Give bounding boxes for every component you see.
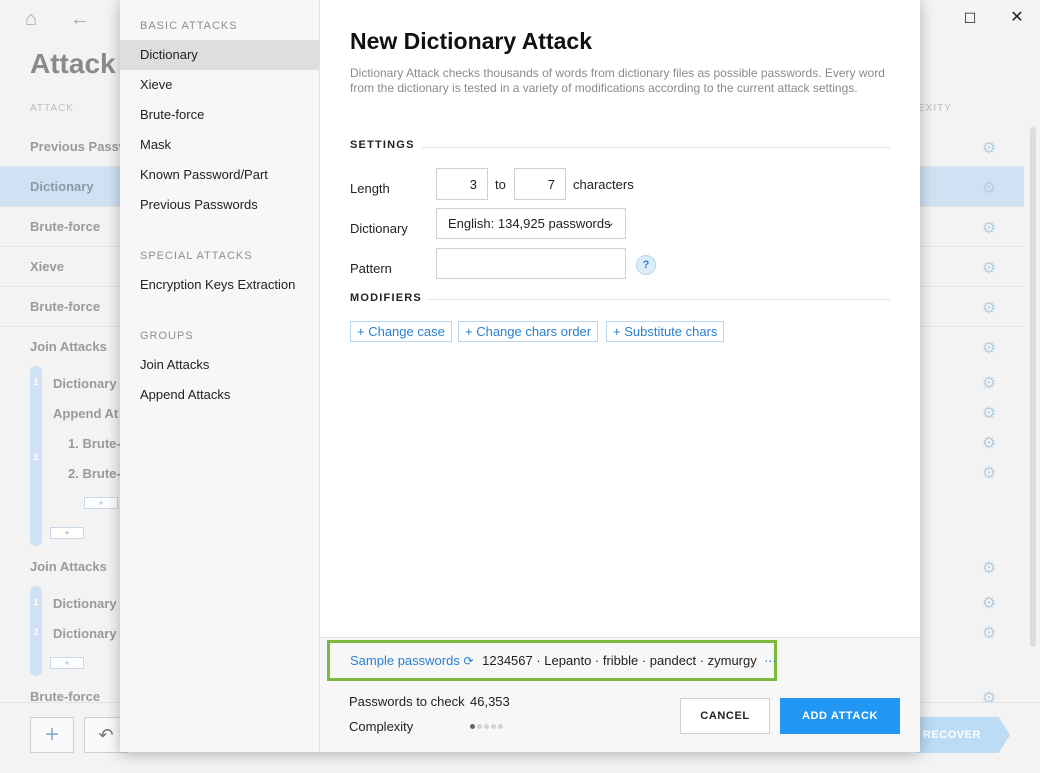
column-header-attack: ATTACK [30,103,74,114]
dialog-description: Dictionary Attack checks thousands of wo… [350,66,885,95]
gear-icon[interactable]: ⚙ [980,625,998,643]
cancel-button[interactable]: CANCEL [680,698,770,734]
help-icon[interactable]: ? [636,255,656,275]
gear-icon[interactable]: ⚙ [980,595,998,613]
scrollbar[interactable] [1030,127,1036,647]
passwords-to-check-value: 46,353 [470,694,510,709]
gear-icon[interactable]: ⚙ [980,560,998,578]
length-label: Length [350,181,390,196]
add-attack-button[interactable]: ADD ATTACK [780,698,900,734]
sidebar-item-join-attacks[interactable]: Join Attacks [120,350,319,380]
sidebar-item-encryption-keys[interactable]: Encryption Keys Extraction [120,270,319,300]
group-number: 1 [33,597,39,607]
dialog-footer: Sample passwords ⟳ 1234567 · Lepanto · f… [320,637,920,752]
basic-attacks-header: BASIC ATTACKS [140,20,238,32]
passwords-to-check-label: Passwords to check [349,694,465,709]
add-sub-button[interactable]: + [50,657,84,669]
length-from-input[interactable] [436,168,488,200]
close-icon[interactable]: ✕ [1003,6,1031,30]
complexity-label: Complexity [349,719,414,734]
column-header-complexity: EXITY [918,103,952,114]
gear-icon[interactable]: ⚙ [980,180,998,198]
complexity-dot [491,724,496,729]
group-sub-item[interactable]: 2. Brute- [68,457,122,497]
page-title: Attack [30,48,116,79]
complexity-dot [484,724,489,729]
sidebar-item-known-password[interactable]: Known Password/Part [120,160,319,190]
complexity-dot [498,724,503,729]
maximize-icon[interactable]: ☐ [956,6,984,30]
pattern-input[interactable] [436,248,626,279]
gear-icon[interactable]: ⚙ [980,405,998,423]
dictionary-select[interactable]: English: 134,925 passwords ⌄ [436,208,626,239]
sidebar-item-append-attacks[interactable]: Append Attacks [120,380,319,410]
divider [422,147,890,148]
modifiers-header: MODIFIERS [350,292,422,304]
complexity-indicator [470,724,505,729]
characters-text: characters [573,177,634,192]
groups-header: GROUPS [140,330,194,342]
gear-icon[interactable]: ⚙ [980,375,998,393]
complexity-dot [477,724,482,729]
change-chars-order-button[interactable]: + Change chars order [458,321,599,342]
sidebar-item-previous-passwords[interactable]: Previous Passwords [120,190,319,220]
group-number: 1 [33,377,39,387]
group-number: 2 [33,627,39,637]
change-case-button[interactable]: + Change case [350,321,452,342]
group-sub-item[interactable]: Dictionary [52,617,122,657]
substitute-chars-button[interactable]: + Substitute chars [606,321,725,342]
dictionary-label: Dictionary [350,221,408,236]
gear-icon[interactable]: ⚙ [980,140,998,158]
add-sub-button[interactable]: + [50,527,84,539]
pattern-label: Pattern [350,261,392,276]
refresh-icon[interactable]: ⟳ [463,654,473,668]
gear-icon[interactable]: ⚙ [980,435,998,453]
dictionary-select-value: English: 134,925 passwords [448,216,611,231]
recover-button[interactable]: RECOVER [915,717,1010,753]
divider [427,299,890,300]
complexity-dot [470,724,475,729]
add-sub-button[interactable]: + [84,497,118,509]
dialog-content: New Dictionary Attack Dictionary Attack … [320,0,920,752]
settings-header: SETTINGS [350,139,415,151]
gear-icon[interactable]: ⚙ [980,300,998,318]
gear-icon[interactable]: ⚙ [980,340,998,358]
sample-passwords-box: Sample passwords ⟳ 1234567 · Lepanto · f… [327,640,777,681]
sidebar-item-xieve[interactable]: Xieve [120,70,319,100]
to-text: to [495,177,506,192]
back-arrow-icon[interactable]: ← [70,8,90,31]
sample-passwords-list: 1234567 · Lepanto · fribble · pandect · … [482,653,757,668]
sidebar-item-brute-force[interactable]: Brute-force [120,100,319,130]
more-icon[interactable]: ⋯ [764,654,776,668]
sample-passwords-link[interactable]: Sample passwords [350,653,460,668]
new-attack-dialog: BASIC ATTACKS Dictionary Xieve Brute-for… [120,0,920,752]
sidebar-item-dictionary[interactable]: Dictionary [120,40,319,70]
home-icon[interactable]: ⌂ [25,8,37,31]
gear-icon[interactable]: ⚙ [980,465,998,483]
special-attacks-header: SPECIAL ATTACKS [140,250,253,262]
group-number: 2 [33,452,39,462]
gear-icon[interactable]: ⚙ [980,260,998,278]
length-to-input[interactable] [514,168,566,200]
gear-icon[interactable]: ⚙ [980,220,998,238]
dialog-title: New Dictionary Attack [350,28,592,54]
attack-type-sidebar: BASIC ATTACKS Dictionary Xieve Brute-for… [120,0,320,752]
add-attack-plus-button[interactable]: + [30,717,74,753]
chevron-down-icon: ⌄ [605,217,615,229]
sidebar-item-mask[interactable]: Mask [120,130,319,160]
